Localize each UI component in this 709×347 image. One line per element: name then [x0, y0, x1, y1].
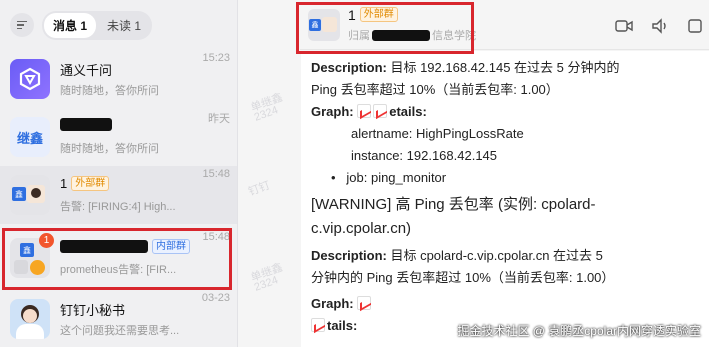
- conversation-title: [60, 118, 112, 131]
- more-icon[interactable]: [687, 18, 705, 34]
- conversation-title-text: 1: [60, 176, 68, 191]
- watermark-text: 钉钉: [246, 179, 272, 199]
- conversation-time: 15:23: [202, 52, 230, 64]
- filter-menu-button[interactable]: [10, 13, 34, 37]
- chart-increasing-icon: [373, 104, 388, 118]
- header-actions: [615, 18, 705, 34]
- instance-line: instance: 192.168.42.145: [351, 148, 498, 163]
- description-line-2: 分钟内的 Ping 丢包率超过 10%（当前丢包率: 1.00）: [311, 270, 615, 285]
- sidebar-toolbar: 消息 1 未读 1: [0, 0, 237, 50]
- voice-call-icon[interactable]: [651, 18, 669, 34]
- chart-increasing-icon: [311, 318, 325, 332]
- description-label: Description:: [311, 248, 387, 263]
- job-text: job: ping_monitor: [346, 170, 447, 185]
- alert-message-card: Description: 目标 192.168.42.145 在过去 5 分钟内…: [301, 51, 709, 347]
- graph-line: Graph: etails:: [311, 101, 709, 123]
- tab-unread[interactable]: 未读 1: [98, 13, 150, 38]
- description-line-2: Ping 丢包率超过 10%（当前丢包率: 1.00）: [311, 82, 559, 97]
- graph-label: Graph:: [311, 296, 354, 311]
- conversation-preview: 这个问题我还需要思考...: [60, 325, 180, 337]
- chart-increasing-icon: [357, 104, 372, 118]
- description-line: Description: 目标 cpolard-c.vip.cpolar.cn …: [311, 245, 709, 267]
- highlight-box: [2, 228, 232, 290]
- conversation-item-jixin[interactable]: 继鑫 随时随地，答你所问 昨天: [0, 108, 237, 166]
- assistant-avatar: [10, 299, 50, 339]
- conversation-time: 昨天: [208, 113, 230, 125]
- conversation-item-tongyi[interactable]: 通义千问 随时随地，答你所问 15:23: [0, 50, 237, 108]
- details-label: tails:: [327, 318, 358, 333]
- video-call-icon[interactable]: [615, 18, 633, 34]
- description-text: 目标 cpolard-c.vip.cpolar.cn 在过去 5: [390, 248, 603, 263]
- description-label: Description:: [311, 60, 387, 75]
- warning-title-2: c.vip.cpolar.cn): [311, 220, 412, 237]
- conversation-sidebar: 消息 1 未读 1 通义千问 随时随地，答你所问 15:23 继鑫 随时随地，答…: [0, 0, 238, 347]
- details-label: etails:: [389, 104, 427, 119]
- description-line: Description: 目标 192.168.42.145 在过去 5 分钟内…: [311, 57, 709, 79]
- description-text: 目标 192.168.42.145 在过去 5 分钟内的: [390, 60, 620, 75]
- avatar: 继鑫: [10, 117, 50, 157]
- highlight-box: [296, 2, 474, 54]
- watermark-strip: 单继鑫 2324 钉钉 单继鑫 2324: [238, 0, 300, 347]
- conversation-time: 15:48: [202, 168, 230, 180]
- graph-label: Graph:: [311, 104, 354, 119]
- footer-watermark: 掘金技术社区 @ 袁鹏丞cpolar内网穿透实验室: [457, 324, 701, 338]
- conversation-title: 通义千问: [60, 63, 113, 78]
- avatar-text: 继鑫: [16, 130, 43, 146]
- message-tabs: 消息 1 未读 1: [42, 10, 153, 40]
- conversation-preview: 随时随地，答你所问: [60, 143, 159, 155]
- conversation-time: 03-23: [201, 292, 230, 304]
- tab-messages[interactable]: 消息 1: [44, 12, 97, 38]
- conversation-preview: 随时随地，答你所问: [60, 85, 159, 97]
- chat-panel: 鑫 1 外部群 归属 信息学院 Description: 目标 192.168.4…: [296, 0, 709, 347]
- conversation-title: 1 外部群: [60, 176, 110, 191]
- conversation-item-external-group[interactable]: 鑫 1 外部群 告警: [FIRING:4] High... 15:48: [0, 166, 237, 224]
- alertname-line: alertname: HighPingLossRate: [351, 126, 524, 141]
- graph-line: Graph:: [311, 293, 709, 315]
- group-member-icon: 鑫: [12, 187, 26, 201]
- warning-title-1: [WARNING] 高 Ping 丢包率 (实例: cpolard-: [311, 196, 596, 213]
- member-photo: [27, 185, 45, 203]
- tongyi-logo-icon: [10, 59, 50, 99]
- external-group-tag: 外部群: [71, 176, 110, 191]
- app-window: 消息 1 未读 1 通义千问 随时随地，答你所问 15:23 继鑫 随时随地，答…: [0, 0, 709, 347]
- list-filter-icon: [17, 19, 27, 32]
- conversation-item-dingtalk-assistant[interactable]: 钉钉小秘书 这个问题我还需要思考... 03-23: [0, 290, 237, 347]
- conversation-preview: 告警: [FIRING:4] High...: [60, 201, 176, 213]
- redacted-name: [60, 118, 112, 131]
- group-avatar: 鑫: [10, 175, 50, 215]
- conversation-title: 钉钉小秘书: [60, 303, 126, 318]
- job-line: • job: ping_monitor: [331, 170, 447, 185]
- chart-increasing-icon: [357, 296, 372, 310]
